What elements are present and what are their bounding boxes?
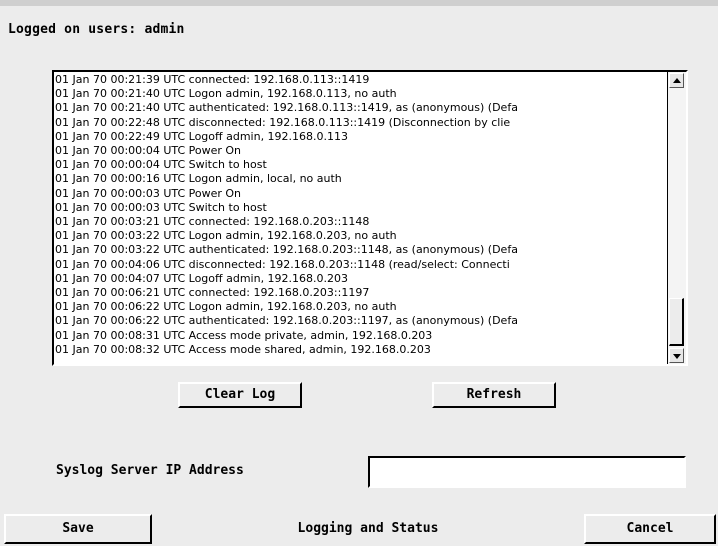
scroll-thumb[interactable]: [669, 298, 684, 346]
status-title: Logging and Status: [297, 521, 439, 536]
syslog-server-label: Syslog Server IP Address: [56, 463, 244, 478]
log-scrollbar[interactable]: [667, 72, 686, 364]
log-line: 01 Jan 70 00:00:03 UTC Power On: [55, 186, 242, 200]
log-lines: 01 Jan 70 00:21:39 UTC connected: 192.16…: [54, 73, 666, 363]
log-line: 01 Jan 70 00:22:48 UTC disconnected: 192…: [55, 115, 511, 129]
log-line: 01 Jan 70 00:21:40 UTC Logon admin, 192.…: [55, 87, 397, 101]
log-line: 01 Jan 70 00:08:31 UTC Access mode priva…: [55, 328, 433, 342]
log-line: 01 Jan 70 00:22:49 UTC Logoff admin, 192…: [55, 129, 349, 143]
log-line: 01 Jan 70 00:06:21 UTC connected: 192.16…: [55, 286, 370, 300]
log-line: 01 Jan 70 00:03:22 UTC Logon admin, 192.…: [55, 229, 397, 243]
log-line: 01 Jan 70 00:21:40 UTC authenticated: 19…: [55, 101, 518, 115]
clear-log-button[interactable]: Clear Log: [178, 382, 302, 408]
log-line: 01 Jan 70 00:00:16 UTC Logon admin, loca…: [55, 172, 342, 186]
log-line: 01 Jan 70 00:00:04 UTC Switch to host: [55, 158, 267, 172]
log-line: 01 Jan 70 00:03:22 UTC authenticated: 19…: [55, 243, 518, 257]
log-line: 01 Jan 70 00:08:32 UTC Access mode share…: [55, 342, 431, 356]
log-line: 01 Jan 70 00:21:39 UTC connected: 192.16…: [55, 73, 370, 86]
scroll-up-button[interactable]: [669, 73, 684, 88]
scroll-down-button[interactable]: [669, 348, 684, 363]
cancel-button[interactable]: Cancel: [584, 514, 716, 544]
arrow-down-icon: [673, 354, 681, 359]
log-line: 01 Jan 70 00:00:03 UTC Switch to host: [55, 200, 267, 214]
syslog-server-ip-input[interactable]: [368, 456, 686, 488]
log-line: 01 Jan 70 00:04:06 UTC disconnected: 192…: [55, 257, 510, 271]
window-top-border: [0, 0, 718, 6]
bottom-bar: Save Logging and Status Cancel: [0, 510, 718, 546]
arrow-up-icon: [673, 78, 681, 83]
save-button[interactable]: Save: [4, 514, 152, 544]
log-line: 01 Jan 70 00:03:21 UTC connected: 192.16…: [55, 215, 370, 229]
log-line: 01 Jan 70 00:06:22 UTC authenticated: 19…: [55, 314, 518, 328]
log-line: 01 Jan 70 00:04:07 UTC Logoff admin, 192…: [55, 271, 349, 285]
log-line: 01 Jan 70 00:00:04 UTC Power On: [55, 144, 242, 158]
log-list[interactable]: 01 Jan 70 00:21:39 UTC connected: 192.16…: [52, 70, 688, 366]
refresh-button[interactable]: Refresh: [432, 382, 556, 408]
log-line: 01 Jan 70 00:06:22 UTC Logon admin, 192.…: [55, 300, 397, 314]
logged-users-label: Logged on users: admin: [8, 22, 185, 37]
